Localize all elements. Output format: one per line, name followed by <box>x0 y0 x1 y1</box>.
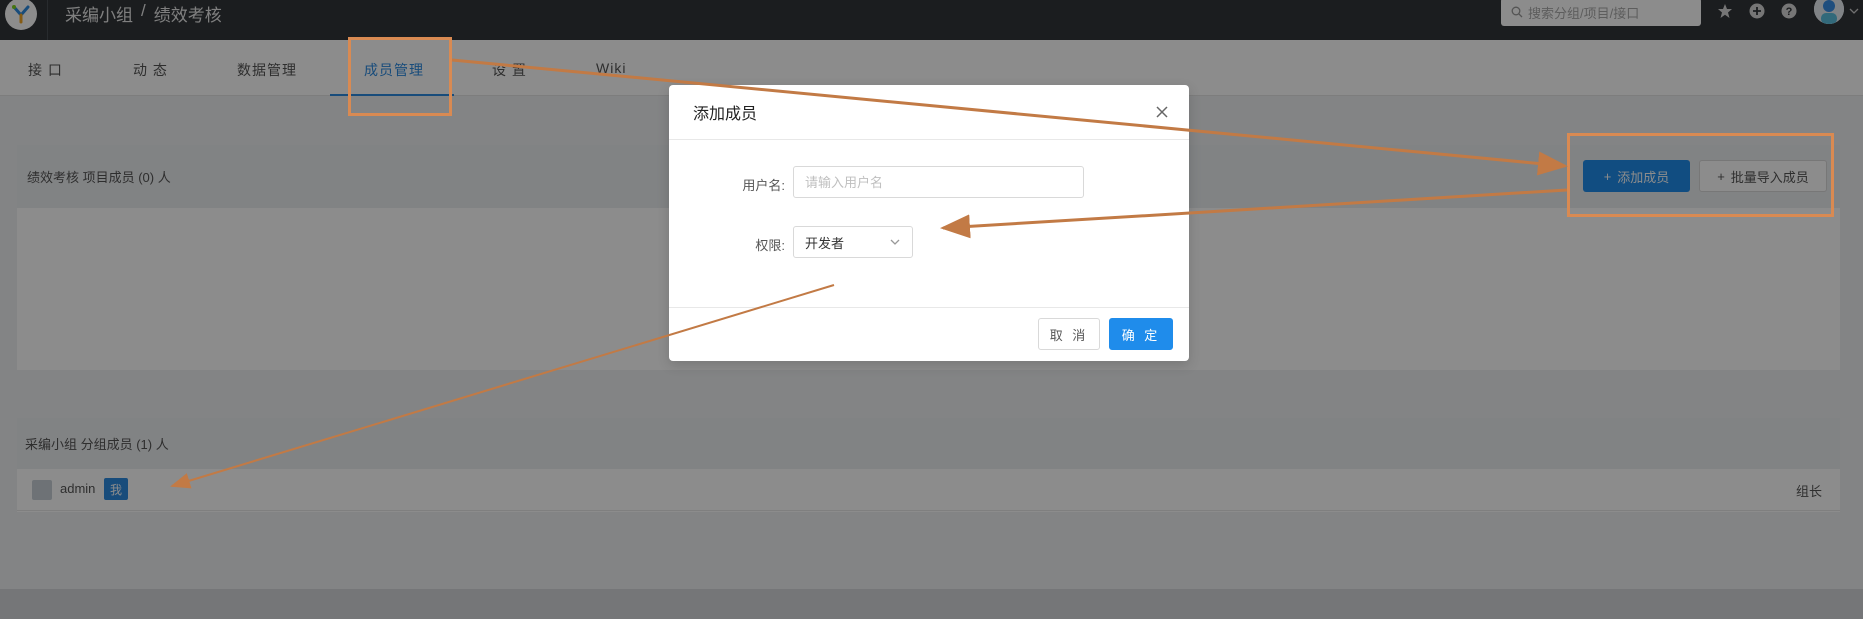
annotation-arrows <box>170 58 1568 489</box>
